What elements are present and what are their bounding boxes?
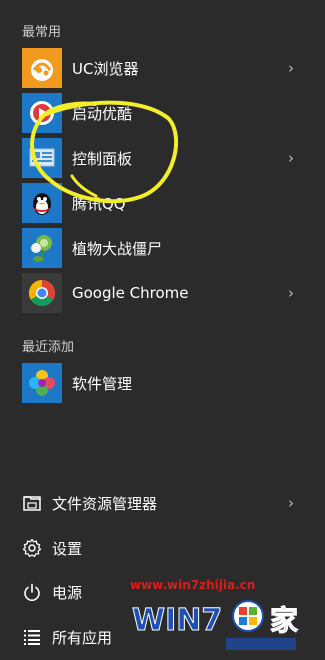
app-label: 软件管理: [72, 374, 133, 393]
app-label: 腾讯QQ: [72, 194, 126, 213]
bottom-label: 文件资源管理器: [52, 494, 158, 513]
qq-penguin-icon: [22, 183, 62, 223]
bottom-label: 设置: [52, 539, 83, 558]
app-uc-browser[interactable]: UC浏览器 ›: [22, 48, 302, 88]
bottom-label: 所有应用: [52, 628, 113, 647]
watermark-logo: WIN7 家: [130, 596, 320, 656]
app-label: Google Chrome: [72, 284, 189, 302]
bottom-label: 电源: [52, 583, 83, 602]
app-label: 控制面板: [72, 149, 133, 168]
svg-text:WIN7: WIN7: [132, 603, 222, 638]
chrome-icon: [22, 273, 62, 313]
recently-added-header: 最近添加: [22, 340, 75, 355]
app-control-panel[interactable]: 控制面板 ›: [22, 138, 302, 178]
app-software-manager[interactable]: 软件管理: [22, 363, 302, 403]
app-label: 启动优酷: [72, 104, 133, 123]
app-youku[interactable]: 启动优酷: [22, 93, 302, 133]
app-qq[interactable]: 腾讯QQ: [22, 183, 302, 223]
most-used-header: 最常用: [22, 25, 62, 40]
youku-icon: [22, 93, 62, 133]
chevron-right-icon[interactable]: ›: [288, 284, 294, 302]
software-manager-icon: [22, 363, 62, 403]
app-label: UC浏览器: [72, 59, 139, 78]
svg-text:家: 家: [270, 604, 298, 637]
settings-gear-icon: [22, 538, 42, 558]
uc-browser-icon: [22, 48, 62, 88]
app-plants-vs-zombies[interactable]: 植物大战僵尸: [22, 228, 302, 268]
chevron-right-icon[interactable]: ›: [288, 149, 294, 167]
chevron-right-icon[interactable]: ›: [288, 494, 294, 512]
settings-item[interactable]: 设置: [22, 533, 302, 563]
watermark-url: www.win7zhijia.cn: [130, 578, 256, 592]
file-explorer-icon: [23, 496, 41, 511]
power-icon: [24, 583, 40, 601]
all-apps-list-icon: [24, 630, 40, 645]
app-google-chrome[interactable]: Google Chrome ›: [22, 273, 302, 313]
control-panel-icon: [22, 138, 62, 178]
chevron-right-icon[interactable]: ›: [288, 59, 294, 77]
plants-vs-zombies-icon: [22, 228, 62, 268]
app-label: 植物大战僵尸: [72, 239, 163, 258]
file-explorer-item[interactable]: 文件资源管理器 ›: [22, 488, 302, 518]
